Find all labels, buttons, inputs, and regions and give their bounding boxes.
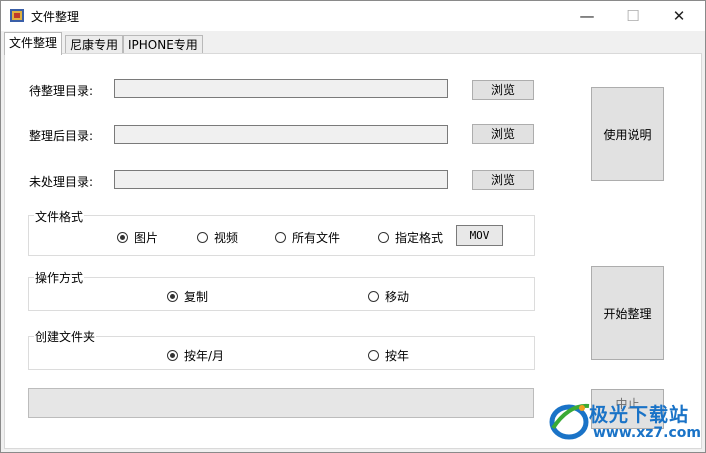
create-folder-title: 创建文件夹 (34, 328, 97, 345)
radio-dot (197, 232, 208, 243)
tab-iphone[interactable]: IPHONE专用 (123, 35, 203, 54)
folder-year-month-radio[interactable]: 按年/月 (167, 347, 224, 364)
window-title: 文件整理 (31, 10, 80, 24)
source-dir-field[interactable] (114, 79, 448, 98)
watermark-url: www.xz7.com (593, 425, 701, 441)
op-move-radio[interactable]: 移动 (368, 288, 409, 305)
format-custom-radio[interactable]: 指定格式 (378, 229, 443, 246)
close-button[interactable]: ✕ (656, 1, 702, 31)
target-dir-label: 整理后目录: (29, 129, 94, 143)
radio-dot (368, 291, 379, 302)
custom-format-field[interactable]: MOV (456, 225, 503, 246)
radio-dot (368, 350, 379, 361)
watermark-logo-icon (549, 403, 590, 440)
browse-target-button[interactable]: 浏览 (472, 124, 534, 144)
start-button[interactable]: 开始整理 (591, 266, 664, 360)
target-dir-field[interactable] (114, 125, 448, 144)
tab-file-organize[interactable]: 文件整理 (4, 32, 63, 55)
format-video-radio[interactable]: 视频 (197, 229, 238, 246)
app-icon (10, 9, 24, 22)
minimize-button[interactable]: — (564, 1, 610, 31)
format-all-radio[interactable]: 所有文件 (275, 229, 340, 246)
radio-dot (167, 350, 178, 361)
help-button[interactable]: 使用说明 (591, 87, 664, 181)
maximize-button[interactable]: ☐ (610, 1, 656, 31)
tab-panel: 待整理目录: 浏览 整理后目录: 浏览 未处理目录: 浏览 文件格式 图片 视频… (4, 53, 702, 449)
tab-nikon[interactable]: 尼康专用 (65, 35, 124, 54)
source-dir-label: 待整理目录: (29, 84, 94, 98)
radio-dot (117, 232, 128, 243)
radio-dot (167, 291, 178, 302)
unprocessed-dir-field[interactable] (114, 170, 448, 189)
folder-year-radio[interactable]: 按年 (368, 347, 409, 364)
browse-source-button[interactable]: 浏览 (472, 80, 534, 100)
radio-dot (275, 232, 286, 243)
operation-title: 操作方式 (34, 269, 85, 286)
app-window: 文件整理 — ☐ ✕ 文件整理 尼康专用 IPHONE专用 待整理目录: 浏览 … (0, 0, 706, 453)
watermark: 极光下载站 www.xz7.com (549, 396, 704, 450)
operation-group (28, 277, 535, 311)
watermark-brand: 极光下载站 (589, 404, 690, 426)
create-folder-group (28, 336, 535, 370)
radio-dot (378, 232, 389, 243)
op-copy-radio[interactable]: 复制 (167, 288, 208, 305)
format-image-radio[interactable]: 图片 (117, 229, 158, 246)
unprocessed-dir-label: 未处理目录: (29, 175, 94, 189)
tab-strip: 文件整理 尼康专用 IPHONE专用 (1, 32, 705, 55)
title-bar: 文件整理 — ☐ ✕ (1, 1, 705, 31)
browse-unprocessed-button[interactable]: 浏览 (472, 170, 534, 190)
progress-bar (28, 388, 534, 418)
file-format-title: 文件格式 (34, 208, 85, 225)
